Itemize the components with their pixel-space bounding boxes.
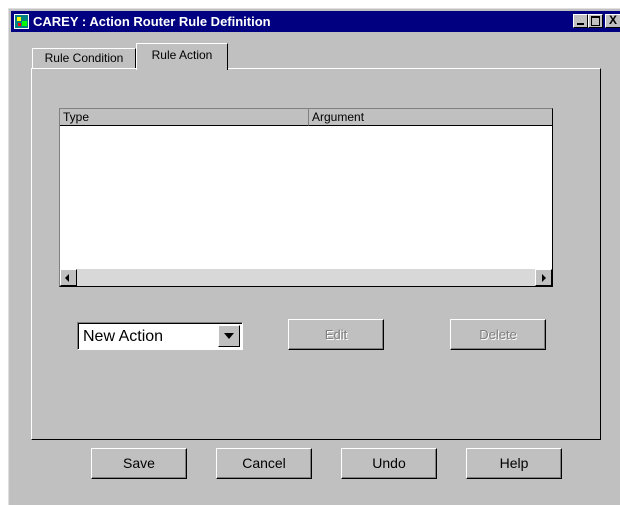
save-button[interactable]: Save bbox=[91, 448, 187, 479]
close-button[interactable]: X bbox=[605, 13, 620, 28]
chevron-down-icon[interactable] bbox=[218, 325, 240, 347]
undo-button[interactable]: Undo bbox=[341, 448, 437, 479]
rule-action-panel: Type Argument New Action Edit Delete bbox=[31, 68, 601, 440]
app-icon[interactable] bbox=[14, 14, 29, 29]
maximize-button[interactable] bbox=[588, 14, 603, 28]
horizontal-scrollbar[interactable] bbox=[60, 269, 552, 286]
tab-rule-action[interactable]: Rule Action bbox=[136, 43, 228, 70]
action-list[interactable]: Type Argument bbox=[59, 108, 553, 287]
close-icon: X bbox=[609, 13, 618, 27]
cancel-button[interactable]: Cancel bbox=[216, 448, 312, 479]
tab-rule-condition[interactable]: Rule Condition bbox=[32, 48, 136, 68]
minimize-button[interactable] bbox=[573, 14, 588, 28]
title-bar[interactable]: CAREY : Action Router Rule Definition X bbox=[11, 11, 620, 32]
scroll-right-icon[interactable] bbox=[535, 269, 552, 286]
column-header-argument[interactable]: Argument bbox=[309, 109, 552, 126]
action-type-select-value: New Action bbox=[83, 328, 164, 345]
action-type-select[interactable]: New Action bbox=[77, 322, 243, 350]
delete-button[interactable]: Delete bbox=[450, 319, 546, 350]
tab-rule-action-label: Rule Action bbox=[151, 48, 213, 62]
edit-button[interactable]: Edit bbox=[288, 319, 384, 350]
scroll-left-icon[interactable] bbox=[60, 269, 77, 286]
window-title: CAREY : Action Router Rule Definition bbox=[33, 14, 271, 29]
column-header-type[interactable]: Type bbox=[60, 109, 309, 126]
help-button[interactable]: Help bbox=[466, 448, 562, 479]
